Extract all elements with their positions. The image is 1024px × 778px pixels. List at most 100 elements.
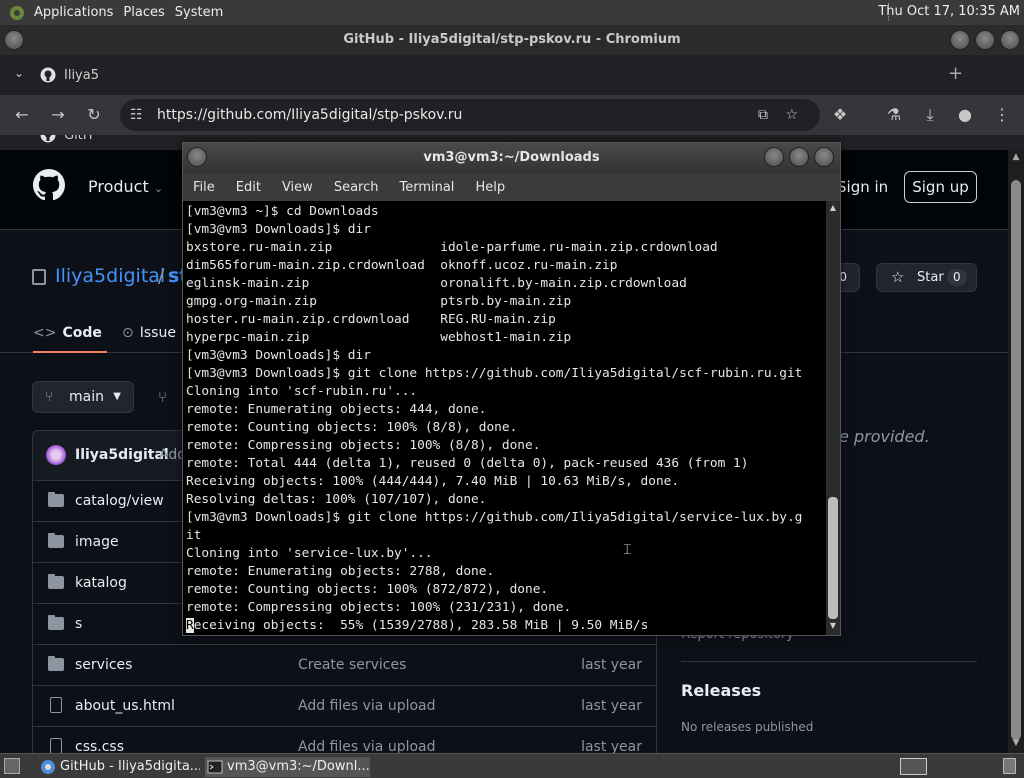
scroll-down-icon[interactable]: ▼ [1008, 738, 1024, 752]
terminal-title-bar[interactable]: vm3@vm3:~/Downloads [183, 143, 840, 173]
file-row[interactable]: about_us.html Add files via upload last ye… [33, 686, 656, 727]
file-name[interactable]: services [75, 657, 132, 673]
bookmark-star-icon[interactable]: ☆ [785, 99, 798, 131]
reload-icon[interactable]: ↻ [84, 105, 104, 125]
browser-tab-label: Iliya5 [64, 67, 99, 83]
terminal-output[interactable]: [vm3@vm3 ~]$ cd Downloads [vm3@vm3 Downlo… [183, 201, 826, 635]
file-commit-date: last year [581, 698, 642, 714]
star-button[interactable]: ☆ Star 0 [876, 263, 977, 292]
sign-in-link[interactable]: Sign in [837, 178, 888, 196]
file-name[interactable]: css.css [75, 739, 124, 753]
file-commit-message[interactable]: Add files via upload [298, 739, 436, 753]
terminal-line: Receiving objects: 100% (444/444), 7.40 … [186, 474, 680, 489]
terminal-line: dim565forum-main.zip.crdownload oknoff.u… [186, 258, 618, 273]
maximize-button[interactable] [975, 30, 995, 50]
branches-icon[interactable]: ⑂ [158, 388, 167, 406]
top-panel: Applications Places System Thu Oct 17, 1… [0, 0, 1024, 25]
folder-icon [48, 574, 64, 589]
terminal-menu-help[interactable]: Help [475, 180, 505, 195]
tab-code-label: Code [62, 325, 102, 341]
browser-title-bar[interactable]: GitHub - Iliya5digital/stp-pskov.ru - Ch… [0, 25, 1024, 55]
terminal-line-text: eceiving objects: 55% (1539/2788), 283.5… [193, 618, 649, 633]
distro-logo-icon[interactable] [8, 4, 26, 22]
tab-code[interactable]: <> Code [33, 325, 107, 353]
file-name[interactable]: about_us.html [75, 698, 175, 714]
address-bar[interactable]: ☷ https://github.com/Iliya5digital/stp-p… [120, 99, 820, 131]
avatar[interactable] [46, 445, 66, 465]
file-row[interactable]: css.css Add files via upload last year [33, 727, 656, 753]
terminal-close-button[interactable] [814, 147, 834, 167]
page-scroll-thumb[interactable] [1011, 180, 1021, 740]
terminal-scrollbar[interactable]: ▲ ▼ [826, 201, 840, 635]
install-app-icon[interactable]: ⧉ [758, 99, 768, 131]
back-icon[interactable]: ← [12, 105, 32, 125]
applications-menu[interactable]: Applications [34, 5, 123, 20]
page-scrollbar[interactable]: ▲ ▼ [1008, 150, 1024, 753]
taskbar-browser[interactable]: GitHub - Iliya5digita... [38, 757, 200, 777]
more-menu-icon[interactable]: ⋮ [992, 105, 1012, 125]
terminal-line: remote: Enumerating objects: 444, done. [186, 402, 487, 417]
terminal-window-menu-button[interactable] [187, 147, 207, 167]
releases-title[interactable]: Releases [681, 681, 761, 700]
new-tab-button[interactable]: + [948, 63, 963, 84]
file-commit-message[interactable]: Create services [298, 657, 406, 673]
folder-icon [48, 656, 64, 671]
terminal-menu-edit[interactable]: Edit [236, 180, 261, 195]
file-commit-date: last year [581, 657, 642, 673]
file-commit-message[interactable]: Add files via upload [298, 698, 436, 714]
product-menu-label: Product [88, 177, 149, 196]
workspace-switcher[interactable] [900, 758, 927, 775]
code-icon: <> [33, 325, 57, 341]
window-menu-button[interactable] [4, 30, 24, 50]
minimize-button[interactable] [950, 30, 970, 50]
terminal-line: hyperpc-main.zip webhost1-main.zip [186, 330, 572, 345]
terminal-menu-file[interactable]: File [193, 180, 215, 195]
tab-search-icon[interactable]: ⌄ [14, 66, 24, 80]
caret-down-icon: ▼ [113, 391, 121, 402]
file-name[interactable]: image [75, 534, 119, 550]
chromium-icon [40, 759, 56, 775]
close-button[interactable] [1000, 30, 1020, 50]
terminal-scroll-down-icon[interactable]: ▼ [826, 621, 840, 633]
terminal-line: bxstore.ru-main.zip idole-parfume.ru-mai… [186, 240, 718, 255]
site-info-icon[interactable]: ☷ [130, 99, 143, 131]
sign-up-button[interactable]: Sign up [904, 171, 977, 203]
terminal-line: remote: Compressing objects: 100% (8/8),… [186, 438, 541, 453]
github-logo-icon[interactable] [33, 169, 65, 201]
terminal-menu-view[interactable]: View [282, 180, 313, 195]
file-name[interactable]: katalog [75, 575, 127, 591]
terminal-scroll-up-icon[interactable]: ▲ [826, 203, 840, 215]
repo-icon [32, 269, 46, 285]
terminal-line: it [186, 528, 202, 543]
file-name[interactable]: catalog/view [75, 493, 164, 509]
commit-author[interactable]: Iliya5digital [75, 447, 169, 463]
taskbar-browser-label: GitHub - Iliya5digita... [60, 759, 200, 774]
terminal-menu-terminal[interactable]: Terminal [399, 180, 454, 195]
terminal-maximize-button[interactable] [789, 147, 809, 167]
scroll-up-icon[interactable]: ▲ [1008, 152, 1024, 166]
terminal-menu-search[interactable]: Search [334, 180, 379, 195]
branch-selector[interactable]: ⑂ main ▼ [32, 381, 134, 413]
download-icon[interactable]: ⤓ [920, 105, 940, 125]
file-row[interactable]: services Create services last year [33, 645, 656, 686]
tab-issues-label: Issue [139, 325, 176, 341]
browser-tab[interactable]: Iliya5 [40, 60, 115, 90]
terminal-scroll-thumb[interactable] [828, 497, 838, 619]
file-name[interactable]: s [75, 616, 82, 632]
labs-flask-icon[interactable]: ⚗ [884, 105, 904, 125]
repo-owner-link[interactable]: Iliya5digital [55, 265, 165, 287]
forward-icon[interactable]: → [48, 105, 68, 125]
system-menu[interactable]: System [175, 5, 233, 20]
desktop: Applications Places System Thu Oct 17, 1… [0, 0, 1024, 778]
taskbar-terminal-label: vm3@vm3:~/Downl... [227, 759, 370, 774]
places-menu[interactable]: Places [123, 5, 174, 20]
tab-issues[interactable]: ⊙ Issue [122, 325, 176, 341]
trash-icon[interactable] [1003, 758, 1016, 774]
show-desktop-icon[interactable] [4, 758, 20, 774]
profile-icon[interactable]: ● [955, 105, 975, 125]
terminal-minimize-button[interactable] [764, 147, 784, 167]
clock[interactable]: Thu Oct 17, 10:35 AM [878, 4, 1020, 19]
extensions-icon[interactable]: ❖ [830, 105, 850, 125]
product-menu[interactable]: Product ⌄ [88, 177, 163, 196]
taskbar-terminal[interactable]: vm3@vm3:~/Downl... [205, 757, 370, 777]
